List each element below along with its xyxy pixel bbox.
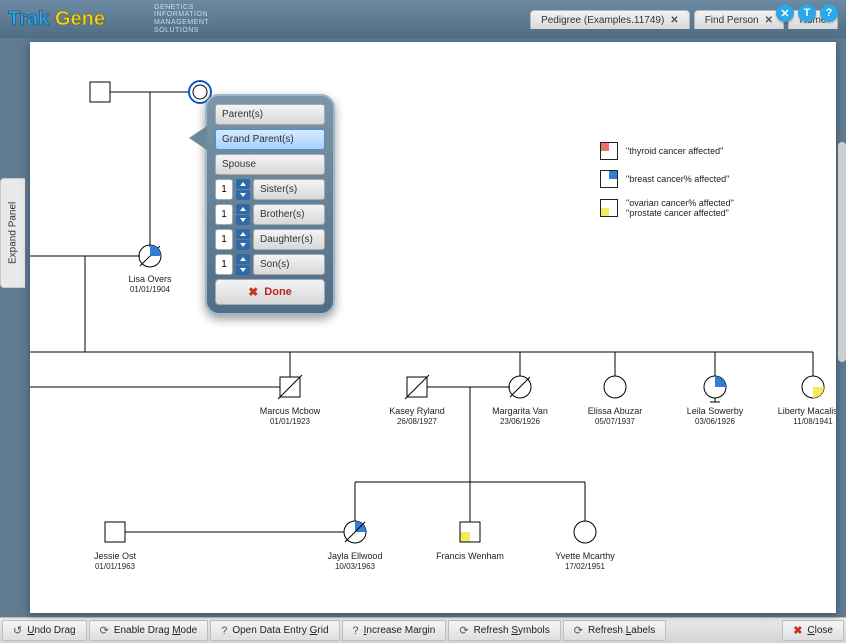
- popup-done-button[interactable]: ✖ Done: [215, 279, 325, 305]
- workspace: Expand Panel: [0, 38, 846, 617]
- bottom-toolbar: ↺ Undo Drag ⟳ Enable Drag Mode ? Open Da…: [0, 617, 846, 643]
- person-date: 03/06/1926: [695, 417, 736, 426]
- count-stepper-brothers[interactable]: [236, 204, 250, 225]
- chevron-down-icon[interactable]: [236, 265, 250, 275]
- legend-label: "thyroid cancer affected": [626, 146, 723, 156]
- tab-find-person[interactable]: Find Person ✕: [694, 10, 784, 29]
- legend-label: "breast cancer% affected": [626, 174, 729, 184]
- refresh-icon: ⟳: [100, 624, 109, 637]
- legend: "thyroid cancer affected" "breast cancer…: [600, 142, 734, 228]
- chevron-down-icon[interactable]: [236, 215, 250, 225]
- logo-wordmark: Trak Gene: [8, 5, 148, 33]
- popup-option-daughters[interactable]: Daughter(s): [253, 229, 325, 250]
- legend-label: "prostate cancer affected": [626, 208, 734, 218]
- person-date: 01/01/1904: [130, 285, 171, 294]
- header-action-icons: ✕ T ?: [776, 4, 838, 22]
- popup-option-spouse[interactable]: Spouse: [215, 154, 325, 175]
- undo-icon: ↺: [13, 624, 22, 637]
- expand-panel-button[interactable]: Expand Panel: [0, 178, 25, 288]
- tab-label: Pedigree (Examples.11749): [541, 15, 664, 26]
- female-symbol-elissa[interactable]: [604, 376, 626, 398]
- refresh-icon: ⟳: [574, 624, 583, 637]
- person-name: Margarita Van: [492, 406, 548, 416]
- count-field-sons[interactable]: 1: [215, 254, 233, 275]
- count-field-sisters[interactable]: 1: [215, 179, 233, 200]
- close-icon: ✖: [248, 285, 258, 299]
- add-relative-popup: Parent(s) Grand Parent(s) Spouse 1 Siste…: [205, 94, 335, 315]
- legend-swatch-breast: [600, 170, 618, 188]
- app-header: Trak Gene GENETICS INFORMATION MANAGEMEN…: [0, 0, 846, 38]
- chevron-up-icon[interactable]: [236, 204, 250, 214]
- chevron-up-icon[interactable]: [236, 229, 250, 239]
- chevron-up-icon[interactable]: [236, 179, 250, 189]
- person-name: Leila Sowerby: [687, 406, 744, 416]
- legend-swatch-thyroid: [600, 142, 618, 160]
- person-name: Elissa Abuzar: [588, 406, 643, 416]
- tab-close-icon[interactable]: ✕: [765, 15, 773, 26]
- increase-margin-button[interactable]: ? Increase Margin: [342, 620, 447, 641]
- svg-text:Trak: Trak: [8, 8, 50, 30]
- person-date: 26/08/1927: [397, 417, 438, 426]
- text-tool-icon[interactable]: T: [798, 4, 816, 22]
- person-name: Kasey Ryland: [389, 406, 445, 416]
- person-name: Lisa Overs: [128, 274, 172, 284]
- enable-drag-mode-button[interactable]: ⟳ Enable Drag Mode: [89, 620, 209, 641]
- male-symbol-jessie[interactable]: [105, 522, 125, 542]
- pedigree-svg: Lisa Overs 01/01/1904 Marcus Mcbow 01/01…: [30, 42, 836, 613]
- count-field-brothers[interactable]: 1: [215, 204, 233, 225]
- tab-pedigree[interactable]: Pedigree (Examples.11749) ✕: [530, 10, 690, 29]
- close-button[interactable]: ✖ Close: [782, 620, 844, 641]
- person-name: Jessie Ost: [94, 551, 137, 561]
- person-date: 01/01/1923: [270, 417, 311, 426]
- person-name: Yvette Mcarthy: [555, 551, 615, 561]
- refresh-labels-button[interactable]: ⟳ Refresh Labels: [563, 620, 666, 641]
- count-field-daughters[interactable]: 1: [215, 229, 233, 250]
- count-stepper-sisters[interactable]: [236, 179, 250, 200]
- person-date: 11/08/1941: [793, 417, 833, 426]
- close-icon: ✖: [793, 624, 802, 637]
- tab-label: Find Person: [705, 15, 759, 26]
- chevron-down-icon[interactable]: [236, 240, 250, 250]
- help-icon: ?: [221, 625, 227, 637]
- person-date: 23/06/1926: [500, 417, 541, 426]
- person-date: 05/07/1937: [595, 417, 636, 426]
- vertical-scrollbar[interactable]: [836, 42, 846, 613]
- person-date: 17/02/1951: [565, 562, 606, 571]
- open-data-entry-grid-button[interactable]: ? Open Data Entry Grid: [210, 620, 339, 641]
- popup-option-grandparents[interactable]: Grand Parent(s): [215, 129, 325, 150]
- male-symbol[interactable]: [90, 82, 110, 102]
- person-name: Marcus Mcbow: [260, 406, 321, 416]
- person-name: Francis Wenham: [436, 551, 504, 561]
- chevron-up-icon[interactable]: [236, 254, 250, 264]
- logo-tagline: GENETICS INFORMATION MANAGEMENT SOLUTION…: [154, 4, 209, 35]
- chevron-down-icon[interactable]: [236, 190, 250, 200]
- popup-option-parents[interactable]: Parent(s): [215, 104, 325, 125]
- help-icon[interactable]: ?: [820, 4, 838, 22]
- popup-option-sisters[interactable]: Sister(s): [253, 179, 325, 200]
- close-icon[interactable]: ✕: [776, 4, 794, 22]
- female-symbol-yvette[interactable]: [574, 521, 596, 543]
- refresh-symbols-button[interactable]: ⟳ Refresh Symbols: [448, 620, 560, 641]
- svg-text:Gene: Gene: [55, 8, 105, 30]
- legend-swatch-ovarian-prostate: [600, 199, 618, 217]
- count-stepper-daughters[interactable]: [236, 229, 250, 250]
- person-name: Liberty Macalister: [778, 406, 836, 416]
- person-date: 01/01/1963: [95, 562, 136, 571]
- person-date: 10/03/1963: [335, 562, 376, 571]
- refresh-icon: ⟳: [459, 624, 468, 637]
- popup-option-brothers[interactable]: Brother(s): [253, 204, 325, 225]
- scrollbar-thumb[interactable]: [838, 142, 846, 362]
- count-stepper-sons[interactable]: [236, 254, 250, 275]
- legend-label: "ovarian cancer% affected": [626, 198, 734, 208]
- help-icon: ?: [353, 625, 359, 637]
- popup-option-sons[interactable]: Son(s): [253, 254, 325, 275]
- tab-close-icon[interactable]: ✕: [670, 15, 678, 26]
- popup-done-label: Done: [264, 286, 292, 298]
- undo-drag-button[interactable]: ↺ Undo Drag: [2, 620, 87, 641]
- pedigree-canvas[interactable]: Lisa Overs 01/01/1904 Marcus Mcbow 01/01…: [30, 42, 836, 613]
- app-logo: Trak Gene GENETICS INFORMATION MANAGEMEN…: [8, 4, 209, 35]
- person-name: Jayla Ellwood: [327, 551, 382, 561]
